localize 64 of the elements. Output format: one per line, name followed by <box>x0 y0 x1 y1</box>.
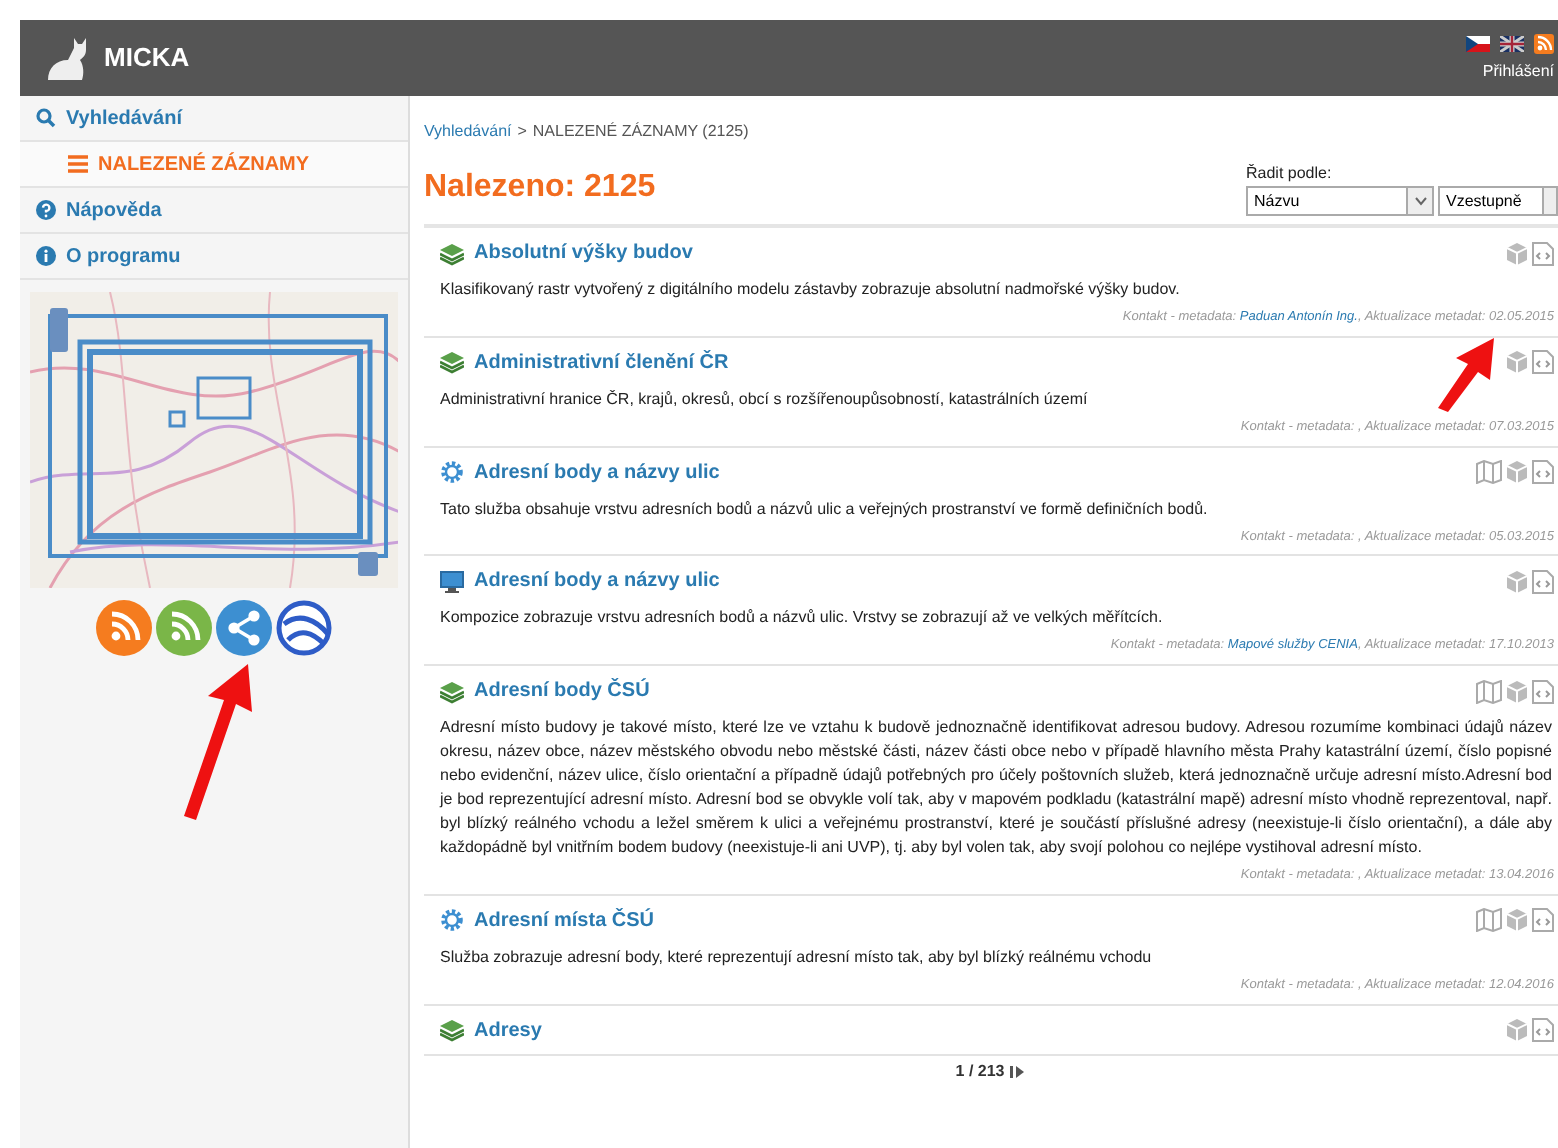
sidebar-item[interactable]: O programu <box>20 234 408 280</box>
czech-flag-icon[interactable] <box>1466 35 1490 51</box>
british-flag-icon[interactable] <box>1500 35 1524 51</box>
result-title-link[interactable]: Adresní místa ČSÚ <box>474 905 655 936</box>
globe-icon[interactable] <box>276 600 332 656</box>
breadcrumb-current: NALEZENÉ ZÁZNAMY (2125) <box>532 120 749 144</box>
result-description: Administrativní hranice ČR, krajů, okresů, obcí s rozšířenoupůsobností, katastrálních území <box>440 387 1090 412</box>
result-description: Klasifikovaný rastr vytvořený z digitálního modelu zástavby zobrazuje absolutní nadmořské výšky budov. <box>440 278 1182 302</box>
code-file-icon[interactable] <box>1532 460 1554 484</box>
login-link[interactable]: Přihlášení <box>1482 59 1554 83</box>
next-page-icon[interactable] <box>1010 1063 1027 1079</box>
monitor-icon <box>440 569 464 594</box>
map-icon[interactable] <box>1476 460 1502 484</box>
sort-field-select[interactable]: Názvu <box>1246 186 1434 216</box>
question-icon <box>36 200 56 220</box>
result-title-link[interactable]: Adresy <box>474 1015 542 1045</box>
share-icon[interactable] <box>216 600 272 656</box>
code-file-icon[interactable] <box>1532 241 1554 265</box>
result-description: Kompozice zobrazuje vrstvu adresních bodů a názvů ulic. Vrstvy se zobrazují až ve velkých měřítcích. <box>440 606 1165 631</box>
code-file-icon[interactable] <box>1532 908 1554 933</box>
result-title-link[interactable]: Absolutní výšky budov <box>474 238 693 268</box>
results-heading: Nalezeno: 2125 <box>424 168 656 208</box>
breadcrumb-separator: > <box>517 120 527 144</box>
cube-icon[interactable] <box>1506 241 1528 265</box>
layers-icon <box>440 1018 464 1042</box>
result-title-link[interactable]: Administrativní členění ČR <box>474 347 729 378</box>
info-icon <box>36 246 56 266</box>
search-icon <box>36 108 56 128</box>
cube-icon[interactable] <box>1506 908 1528 933</box>
code-file-icon[interactable] <box>1532 350 1554 375</box>
result-description: Adresní místo budovy je takové místo, které lze ve vztahu k budově jednoznačně identifikovat adresou budovy. Adresou rozumíme kombinaci údajů název okresu, název obce, název městského obvodu nebo městské části, název části obce nebo v případě hlavního města Prahy katastrální území, číslo popisné nebo evidenční, název ulice, číslo orientační a případně údajů potřebných pro účely poštovních služeb, která jednoznačně určuje adresní místo.Adresní bod je bod reprezentující adresní místo. Adresní bod se obvykle volí tak, aby v mapovém podkladu (katastrální mapě) adresní místo vhodně reprezentoval, např. byl blízký reálného vchodu a ležel směrem k ulici a veřejnému prostranství, které je součástí příslušné adresy (neexistuje-li číslo orientační), a dále aby každopádně byl vnitřním bodem budovy (neexistuje-li ani UVP), tj. aby byl volen tak, aby svojí polohou co nejlépe vystihoval adresní místo. <box>440 716 1554 860</box>
layers-icon <box>440 241 464 265</box>
gear-icon <box>440 908 464 933</box>
gear-icon <box>440 460 464 484</box>
chevron-down-icon <box>1413 196 1427 206</box>
code-file-icon[interactable] <box>1532 569 1554 594</box>
cube-icon[interactable] <box>1506 679 1528 703</box>
app-title: MICKA <box>104 40 190 77</box>
result-title-link[interactable]: Adresní body ČSÚ <box>474 676 650 706</box>
annotation-arrow <box>1432 336 1500 412</box>
result-description: Služba zobrazuje adresní body, které reprezentují adresní místo tak, aby byl blízký reálnému vchodu <box>440 945 1154 970</box>
cat-logo-icon <box>44 36 92 80</box>
sort-label: Řadit podle: <box>1246 162 1334 186</box>
map-icon[interactable] <box>1476 679 1502 703</box>
layers-icon <box>440 350 464 375</box>
layers-icon <box>440 679 464 703</box>
list-icon <box>68 154 88 174</box>
map-icon[interactable] <box>1476 908 1502 933</box>
cube-icon[interactable] <box>1506 569 1528 594</box>
result-title-link[interactable]: Adresní body a názvy ulic <box>474 566 720 597</box>
sort-order-select[interactable]: Vzestupně <box>1438 186 1558 216</box>
page-indicator: 1 / 213 <box>955 1059 1005 1083</box>
sidebar-item[interactable]: NALEZENÉ ZÁZNAMY <box>20 142 408 188</box>
sidebar-item[interactable]: Vyhledávání <box>20 96 408 142</box>
result-description: Tato služba obsahuje vrstvu adresních bodů a názvů ulic a veřejných prostranství ve formě definičních bodů. <box>440 497 1210 521</box>
sidebar-item[interactable]: Nápověda <box>20 188 408 234</box>
breadcrumb-link[interactable]: Vyhledávání <box>424 120 512 144</box>
code-file-icon[interactable] <box>1532 1018 1554 1042</box>
result-title-link[interactable]: Adresní body a názvy ulic <box>474 457 720 487</box>
code-file-icon[interactable] <box>1532 679 1554 703</box>
cube-icon[interactable] <box>1506 460 1528 484</box>
cube-icon[interactable] <box>1506 1018 1528 1042</box>
rss-icon[interactable] <box>1534 33 1554 53</box>
cube-icon[interactable] <box>1506 350 1528 375</box>
